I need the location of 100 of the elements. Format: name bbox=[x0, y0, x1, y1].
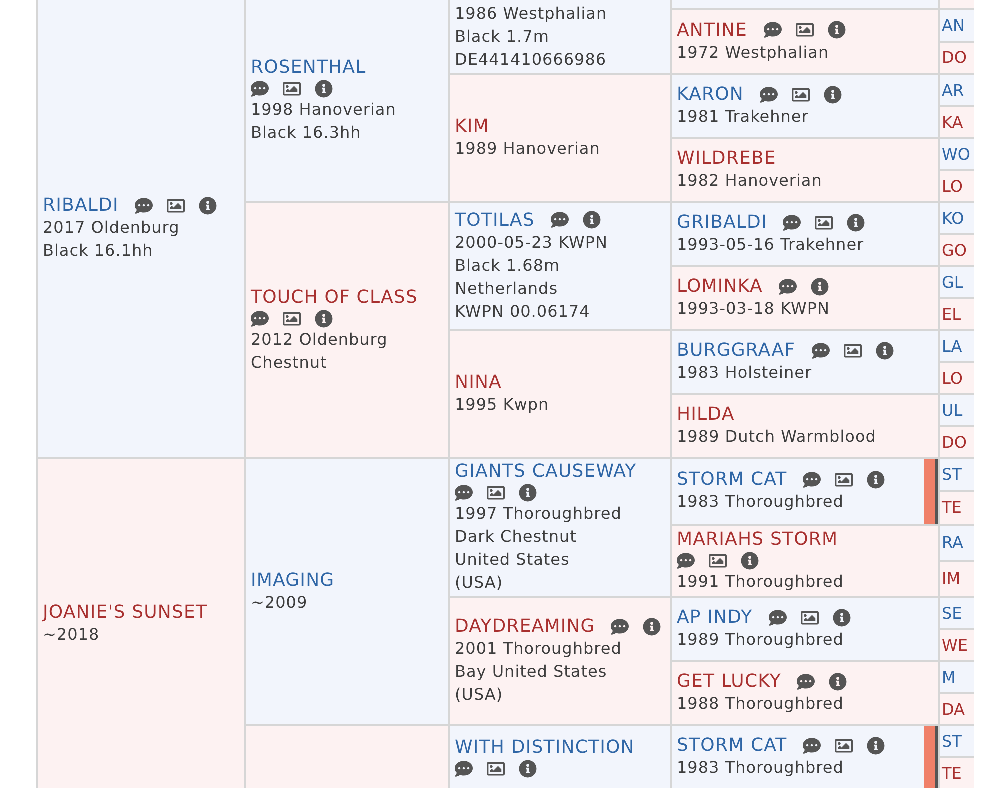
horse-name-link[interactable]: AR bbox=[940, 80, 966, 100]
horse-name-link[interactable]: STORM CAT bbox=[677, 469, 788, 490]
comment-icon[interactable] bbox=[455, 760, 473, 778]
horse-name-link[interactable]: AN bbox=[940, 16, 967, 35]
horse-name-link[interactable]: ST bbox=[940, 732, 964, 750]
horse-name-link[interactable]: HILDA bbox=[677, 404, 735, 425]
info-icon[interactable] bbox=[867, 470, 886, 489]
horse-name-link[interactable]: DO bbox=[940, 48, 969, 68]
comment-icon[interactable] bbox=[768, 608, 787, 626]
horse-name-link[interactable]: TE bbox=[940, 498, 964, 518]
horse-name-link[interactable]: ST bbox=[940, 465, 964, 484]
horse-detail: Dark Chestnut bbox=[455, 526, 578, 548]
comment-icon[interactable] bbox=[677, 552, 695, 570]
horse-detail: 1981 Trakehner bbox=[677, 106, 810, 128]
horse-name-link[interactable]: AP INDY bbox=[677, 607, 753, 628]
horse-detail: Black 16.1hh bbox=[43, 240, 154, 262]
horse-name-link[interactable]: KA bbox=[940, 112, 966, 132]
info-icon[interactable] bbox=[519, 484, 537, 502]
horse-name-link[interactable]: DO bbox=[940, 432, 969, 452]
horse-name-link[interactable]: GRIBALDI bbox=[677, 212, 768, 233]
horse-name-link[interactable]: ANTINE bbox=[677, 20, 748, 40]
horse-name-link[interactable]: EL bbox=[940, 304, 964, 324]
horse-name-link[interactable]: WE bbox=[940, 636, 970, 654]
comment-icon[interactable] bbox=[812, 342, 830, 360]
horse-name-link[interactable]: LO bbox=[940, 368, 965, 388]
horse-name-link[interactable]: JOANIE'S SUNSET bbox=[43, 602, 208, 622]
image-icon[interactable] bbox=[835, 470, 854, 489]
horse-name-link[interactable]: GIANTS CAUSEWAY bbox=[455, 461, 637, 482]
image-icon[interactable] bbox=[835, 736, 854, 754]
horse-name-link[interactable]: MARIAHS STORM bbox=[677, 528, 838, 550]
info-icon[interactable] bbox=[315, 80, 333, 98]
horse-name-link[interactable]: KARON bbox=[677, 84, 744, 105]
info-icon[interactable] bbox=[810, 278, 829, 296]
horse-name-link[interactable]: ROSENTHAL bbox=[251, 57, 366, 78]
comment-icon[interactable] bbox=[778, 278, 797, 296]
comment-icon[interactable] bbox=[550, 211, 569, 229]
horse-name-link[interactable]: BURGGRAAF bbox=[677, 340, 796, 361]
image-icon[interactable] bbox=[844, 342, 862, 360]
comment-icon[interactable] bbox=[803, 736, 822, 754]
horse-detail: 2012 Oldenburg bbox=[251, 328, 389, 350]
comment-icon[interactable] bbox=[764, 21, 782, 39]
horse-name-link[interactable]: WITH DISTINCTION bbox=[455, 736, 635, 758]
comment-icon[interactable] bbox=[134, 196, 153, 214]
horse-name-link[interactable]: TE bbox=[940, 764, 964, 782]
horse-name-link[interactable]: TOUCH OF CLASS bbox=[251, 286, 418, 308]
info-icon[interactable] bbox=[832, 608, 851, 626]
horse-name-link[interactable]: DA bbox=[940, 700, 967, 718]
image-icon[interactable] bbox=[487, 760, 505, 778]
horse-name-link[interactable]: LA bbox=[940, 336, 964, 356]
info-icon[interactable] bbox=[582, 211, 601, 229]
horse-name-link[interactable]: WILDREBE bbox=[677, 148, 776, 169]
info-icon[interactable] bbox=[198, 196, 217, 214]
info-icon[interactable] bbox=[643, 618, 662, 636]
horse-name-link[interactable]: IMAGING bbox=[251, 570, 335, 590]
horse-name-link[interactable]: RIBALDI bbox=[43, 195, 119, 216]
info-icon[interactable] bbox=[847, 214, 866, 232]
comment-icon[interactable] bbox=[251, 80, 269, 98]
image-icon[interactable] bbox=[815, 214, 834, 232]
info-icon[interactable] bbox=[315, 310, 333, 328]
horse-detail: 1991 Thoroughbred bbox=[677, 570, 845, 593]
image-icon[interactable] bbox=[283, 80, 301, 98]
horse-name-link[interactable]: STORM CAT bbox=[677, 735, 788, 756]
comment-icon[interactable] bbox=[251, 310, 269, 328]
horse-name-link[interactable]: NINA bbox=[455, 372, 502, 393]
info-icon[interactable] bbox=[876, 342, 894, 360]
comment-icon[interactable] bbox=[797, 672, 816, 690]
horse-name-link[interactable]: RA bbox=[940, 533, 966, 552]
horse-name-link[interactable]: LOMINKA bbox=[677, 276, 763, 297]
info-icon[interactable] bbox=[519, 760, 537, 778]
info-icon[interactable] bbox=[824, 86, 842, 104]
horse-name-link[interactable]: M bbox=[940, 668, 958, 686]
horse-name-link[interactable]: KIM bbox=[455, 116, 490, 137]
horse-name-link[interactable]: WO bbox=[940, 144, 972, 164]
horse-name-link[interactable]: UL bbox=[940, 400, 965, 420]
image-icon[interactable] bbox=[709, 552, 727, 570]
comment-icon[interactable] bbox=[783, 214, 802, 232]
horse-name-link[interactable]: GL bbox=[940, 272, 966, 292]
info-icon[interactable] bbox=[829, 672, 848, 690]
info-icon[interactable] bbox=[828, 21, 846, 39]
horse-name-link[interactable]: DAYDREAMING bbox=[455, 616, 596, 637]
horse-name-link[interactable]: GET LUCKY bbox=[677, 671, 782, 692]
comment-icon[interactable] bbox=[455, 484, 473, 502]
comment-icon[interactable] bbox=[803, 470, 822, 489]
info-icon[interactable] bbox=[867, 736, 886, 754]
image-icon[interactable] bbox=[792, 86, 810, 104]
horse-name-link[interactable]: KO bbox=[940, 208, 966, 228]
image-icon[interactable] bbox=[800, 608, 819, 626]
horse-name-link[interactable]: GO bbox=[940, 240, 969, 260]
horse-name-link[interactable]: LO bbox=[940, 176, 965, 196]
image-icon[interactable] bbox=[166, 196, 185, 214]
image-icon[interactable] bbox=[487, 484, 505, 502]
image-icon[interactable] bbox=[796, 21, 814, 39]
horse-name-link[interactable]: TOTILAS bbox=[455, 210, 535, 230]
image-icon[interactable] bbox=[283, 310, 301, 328]
comment-icon[interactable] bbox=[611, 618, 630, 636]
horse-name-link[interactable]: IM bbox=[940, 569, 963, 588]
horse-detail: 1983 Thoroughbred bbox=[677, 491, 845, 514]
info-icon[interactable] bbox=[741, 552, 759, 570]
horse-name-link[interactable]: SE bbox=[940, 604, 964, 622]
comment-icon[interactable] bbox=[760, 86, 778, 104]
